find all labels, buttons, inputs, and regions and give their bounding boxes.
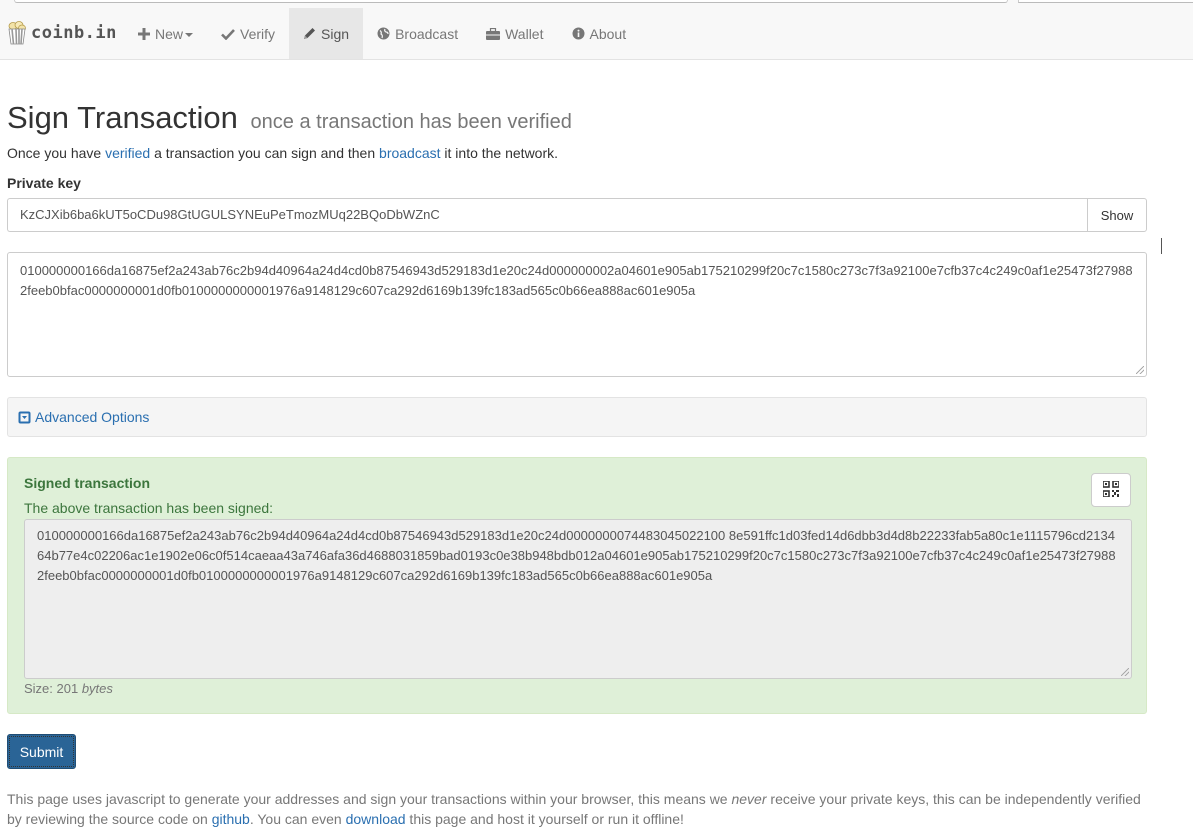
nav-about[interactable]: About xyxy=(558,8,641,59)
nav-broadcast[interactable]: Broadcast xyxy=(363,8,472,59)
transaction-text: 010000000166da16875ef2a243ab76c2b94d4096… xyxy=(20,263,1133,298)
advanced-options-toggle[interactable]: Advanced Options xyxy=(7,397,1147,437)
nav-wallet-label: Wallet xyxy=(505,25,544,42)
pencil-icon xyxy=(303,27,316,40)
nav-menu: New Verify Sign Broadcast Wallet About xyxy=(124,8,640,59)
intro-pre: Once you have xyxy=(7,145,106,161)
private-key-input[interactable]: KzCJXib6ba6kUT5oCDu98GtUGULSYNEuPeTmozMU… xyxy=(7,198,1087,232)
private-key-group: KzCJXib6ba6kUT5oCDu98GtUGULSYNEuPeTmozMU… xyxy=(7,198,1147,232)
qr-code-button[interactable] xyxy=(1091,473,1131,507)
plus-icon xyxy=(138,27,150,40)
qrcode-icon xyxy=(1102,479,1120,500)
footer-text: This page uses javascript to generate yo… xyxy=(7,789,1147,829)
info-circle-icon xyxy=(572,27,585,40)
browser-top-strip xyxy=(0,0,1193,8)
signed-transaction-panel: Signed transaction The above transaction… xyxy=(7,457,1147,714)
text-cursor xyxy=(1161,238,1162,254)
verified-link[interactable]: verified xyxy=(105,145,150,161)
search-bar-edge xyxy=(1018,0,1193,3)
signed-subtitle: The above transaction has been signed: xyxy=(24,500,274,516)
footer-text4: this page and host it yourself or run it… xyxy=(405,811,684,827)
nav-broadcast-label: Broadcast xyxy=(395,25,459,42)
briefcase-icon xyxy=(486,27,501,40)
caret-down-icon xyxy=(185,32,194,37)
nav-sign[interactable]: Sign xyxy=(289,8,364,59)
broadcast-link[interactable]: broadcast xyxy=(379,145,440,161)
intro-text: Once you have verified a transaction you… xyxy=(7,145,558,161)
footer-never: never xyxy=(731,791,767,807)
nav-sign-label: Sign xyxy=(321,25,350,42)
nav-new-label: New xyxy=(155,25,184,42)
popcorn-pail-icon xyxy=(7,21,27,45)
signed-transaction-text: 010000000166da16875ef2a243ab76c2b94d4096… xyxy=(37,528,1116,583)
resize-grip-icon[interactable] xyxy=(1121,668,1129,676)
size-prefix: Size: 201 xyxy=(24,681,82,696)
show-key-button[interactable]: Show xyxy=(1087,198,1147,232)
github-link[interactable]: github xyxy=(212,811,250,827)
download-link[interactable]: download xyxy=(346,811,406,827)
nav-verify[interactable]: Verify xyxy=(207,8,289,59)
submit-button[interactable]: Submit xyxy=(7,734,76,769)
nav-wallet[interactable]: Wallet xyxy=(472,8,557,59)
nav-verify-label: Verify xyxy=(240,25,276,42)
nav-about-label: About xyxy=(589,25,627,42)
brand-logo[interactable]: coinb.in xyxy=(7,18,117,48)
navbar: coinb.in New Verify Sign Broadcast Walle… xyxy=(0,8,1193,60)
page-title-text: Sign Transaction xyxy=(7,100,238,135)
advanced-options-link[interactable]: Advanced Options xyxy=(35,409,149,425)
nav-new-dropdown[interactable]: New xyxy=(124,8,207,59)
globe-icon xyxy=(377,27,390,40)
private-key-label: Private key xyxy=(7,175,81,191)
transaction-textarea[interactable]: 010000000166da16875ef2a243ab76c2b94d4096… xyxy=(7,252,1147,377)
intro-mid: a transaction you can sign and then xyxy=(150,145,380,161)
brand-name: coinb.in xyxy=(31,23,117,43)
page-subtitle: once a transaction has been verified xyxy=(250,111,572,133)
address-bar-edge xyxy=(14,0,1008,3)
signed-title: Signed transaction xyxy=(24,475,151,491)
resize-grip-icon[interactable] xyxy=(1136,366,1144,374)
checkmark-icon xyxy=(221,28,235,40)
collapse-down-icon xyxy=(18,411,31,424)
size-unit: bytes xyxy=(81,681,113,696)
intro-post: it into the network. xyxy=(440,145,559,161)
signed-size: Size: 201 bytes xyxy=(24,681,113,696)
footer-text3: . You can even xyxy=(249,811,346,827)
signed-transaction-textarea[interactable]: 010000000166da16875ef2a243ab76c2b94d4096… xyxy=(24,519,1132,679)
page-title: Sign Transaction once a transaction has … xyxy=(7,100,572,136)
footer-text1: This page uses javascript to generate yo… xyxy=(7,791,732,807)
